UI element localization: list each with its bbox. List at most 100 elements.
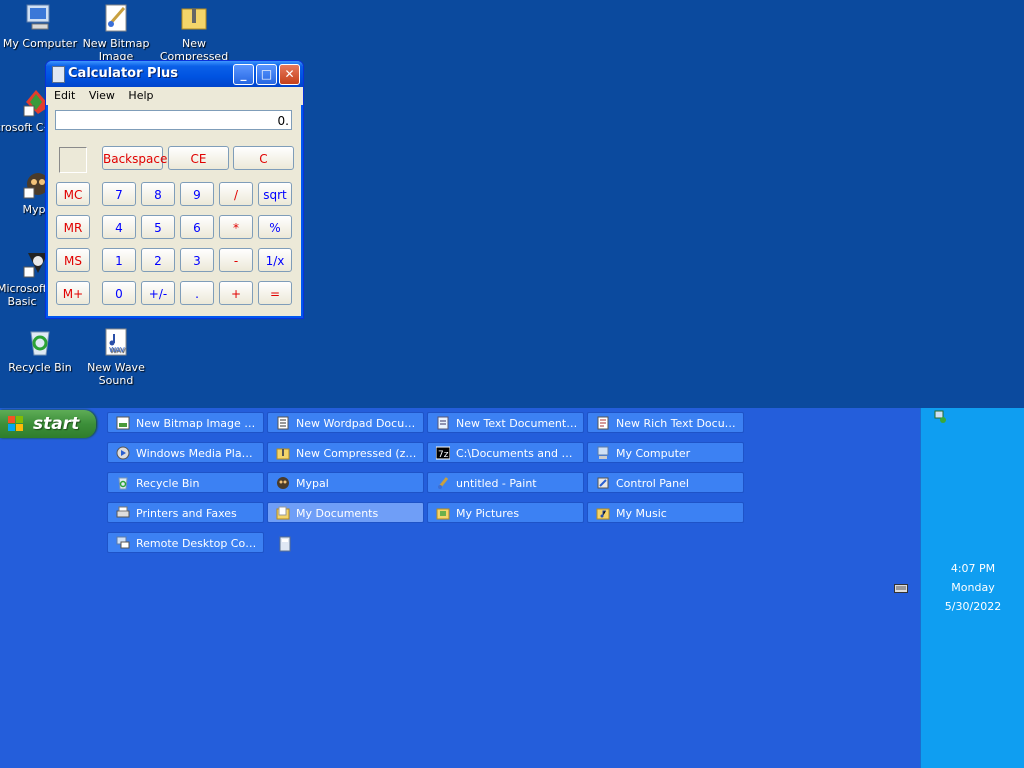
sign-toggle-button[interactable]: +/- <box>141 281 175 305</box>
desktop: My Computer New Bitmap Image New Compres… <box>0 0 1024 408</box>
maximize-button[interactable]: □ <box>256 64 277 85</box>
subtract-button[interactable]: - <box>219 248 253 272</box>
multiply-button[interactable]: * <box>219 215 253 239</box>
menu-help[interactable]: Help <box>123 87 158 104</box>
desktop-icon-label: New Wave Sound <box>87 361 145 387</box>
network-icon[interactable] <box>933 410 947 424</box>
desktop-icon-new-wave[interactable]: WAV New Wave Sound <box>76 326 156 387</box>
task-label: untitled - Paint <box>456 477 537 490</box>
taskbar-button-paint[interactable]: untitled - Paint <box>427 472 584 493</box>
add-button[interactable]: + <box>219 281 253 305</box>
task-label: My Pictures <box>456 507 520 520</box>
system-tray: 4:07 PM Monday 5/30/2022 <box>920 408 1024 768</box>
digit-4-button[interactable]: 4 <box>102 215 136 239</box>
taskbar-button-control-panel[interactable]: Control Panel <box>587 472 744 493</box>
digit-9-button[interactable]: 9 <box>180 182 214 206</box>
media-player-icon <box>116 446 130 460</box>
calculator-icon <box>52 66 65 83</box>
folder-icon <box>276 506 290 520</box>
minimize-button[interactable]: _ <box>233 64 254 85</box>
zip-folder-icon <box>178 2 210 34</box>
taskbar-button-media-player[interactable]: Windows Media Player <box>107 442 264 463</box>
digit-0-button[interactable]: 0 <box>102 281 136 305</box>
task-label: Mypal <box>296 477 329 490</box>
task-label: Recycle Bin <box>136 477 200 490</box>
memory-clear-button[interactable]: MC <box>56 182 90 206</box>
wordpad-icon <box>276 416 290 430</box>
taskbar-button-my-pictures[interactable]: My Pictures <box>427 502 584 523</box>
svg-text:7z: 7z <box>438 450 449 460</box>
desktop-icon-new-compressed[interactable]: New Compressed <box>154 2 234 60</box>
divide-button[interactable]: / <box>219 182 253 206</box>
menu-bar: Edit View Help <box>46 87 303 105</box>
percent-button[interactable]: % <box>258 215 292 239</box>
calculator-window[interactable]: Calculator Plus _ □ ✕ Edit View Help 0. … <box>45 60 304 319</box>
taskbar-button-my-music[interactable]: My Music <box>587 502 744 523</box>
digit-7-button[interactable]: 7 <box>102 182 136 206</box>
clear-button[interactable]: C <box>233 146 294 170</box>
memory-add-button[interactable]: M+ <box>56 281 90 305</box>
digit-5-button[interactable]: 5 <box>141 215 175 239</box>
taskbar-button-recycle-bin[interactable]: Recycle Bin <box>107 472 264 493</box>
menu-view[interactable]: View <box>84 87 120 104</box>
taskbar-button-text-document[interactable]: New Text Document -... <box>427 412 584 433</box>
calculator-task-icon[interactable] <box>279 536 291 552</box>
digit-2-button[interactable]: 2 <box>141 248 175 272</box>
task-label: New Rich Text Docum... <box>616 417 739 430</box>
clear-entry-button[interactable]: CE <box>168 146 229 170</box>
task-label: Windows Media Player <box>136 447 259 460</box>
taskbar-button-wordpad[interactable]: New Wordpad Docum... <box>267 412 424 433</box>
wave-file-icon: WAV <box>100 326 132 358</box>
digit-1-button[interactable]: 1 <box>102 248 136 272</box>
seven-zip-icon: 7z <box>435 446 451 460</box>
taskbar-button-my-computer[interactable]: My Computer <box>587 442 744 463</box>
desktop-icon-my-computer[interactable]: My Computer <box>0 2 80 50</box>
taskbar-button-my-documents[interactable]: My Documents <box>267 502 424 523</box>
zip-folder-icon <box>276 446 290 460</box>
paint-brush-icon <box>436 476 450 490</box>
svg-text:WAV: WAV <box>109 346 125 354</box>
close-button[interactable]: ✕ <box>279 64 300 85</box>
rich-text-icon <box>596 416 610 430</box>
pictures-folder-icon <box>436 506 450 520</box>
task-label: New Compressed (zip... <box>296 447 419 460</box>
keyboard-icon[interactable] <box>894 582 908 594</box>
memory-recall-button[interactable]: MR <box>56 215 90 239</box>
taskbar-button-remote-desktop[interactable]: Remote Desktop Con... <box>107 532 264 553</box>
task-label: New Text Document -... <box>456 417 579 430</box>
digit-3-button[interactable]: 3 <box>180 248 214 272</box>
taskbar-button-command-prompt[interactable]: 7z C:\Documents and Se... <box>427 442 584 463</box>
mypal-icon <box>276 476 290 490</box>
title-bar[interactable]: Calculator Plus _ □ ✕ <box>46 61 303 87</box>
start-button[interactable]: start <box>0 410 96 438</box>
taskbar: start New Bitmap Image - ... New Wordpad… <box>0 408 1024 768</box>
taskbar-button-rich-text[interactable]: New Rich Text Docum... <box>587 412 744 433</box>
memory-store-button[interactable]: MS <box>56 248 90 272</box>
task-label: C:\Documents and Se... <box>456 447 579 460</box>
task-label: Remote Desktop Con... <box>136 537 259 550</box>
computer-icon <box>596 446 610 460</box>
taskbar-button-printers[interactable]: Printers and Faxes <box>107 502 264 523</box>
digit-6-button[interactable]: 6 <box>180 215 214 239</box>
task-label: Printers and Faxes <box>136 507 237 520</box>
memory-indicator <box>59 147 87 173</box>
taskbar-button-mypal[interactable]: Mypal <box>267 472 424 493</box>
taskbar-button-compressed[interactable]: New Compressed (zip... <box>267 442 424 463</box>
recycle-bin-icon <box>116 476 130 490</box>
digit-8-button[interactable]: 8 <box>141 182 175 206</box>
desktop-icon-recycle-bin[interactable]: Recycle Bin <box>0 326 80 374</box>
backspace-button[interactable]: Backspace <box>102 146 167 170</box>
windows-logo-icon <box>8 416 24 432</box>
clock-date: 5/30/2022 <box>944 600 1002 613</box>
desktop-icon-label: New Compressed <box>159 37 229 60</box>
task-label: My Computer <box>616 447 691 460</box>
reciprocal-button[interactable]: 1/x <box>258 248 292 272</box>
task-label: My Documents <box>296 507 379 520</box>
sqrt-button[interactable]: sqrt <box>258 182 292 206</box>
decimal-button[interactable]: . <box>180 281 214 305</box>
menu-edit[interactable]: Edit <box>49 87 80 104</box>
equals-button[interactable]: = <box>258 281 292 305</box>
taskbar-button-bitmap[interactable]: New Bitmap Image - ... <box>107 412 264 433</box>
desktop-icon-new-bitmap[interactable]: New Bitmap Image <box>76 2 156 60</box>
clock-time[interactable]: 4:07 PM <box>921 562 1024 575</box>
